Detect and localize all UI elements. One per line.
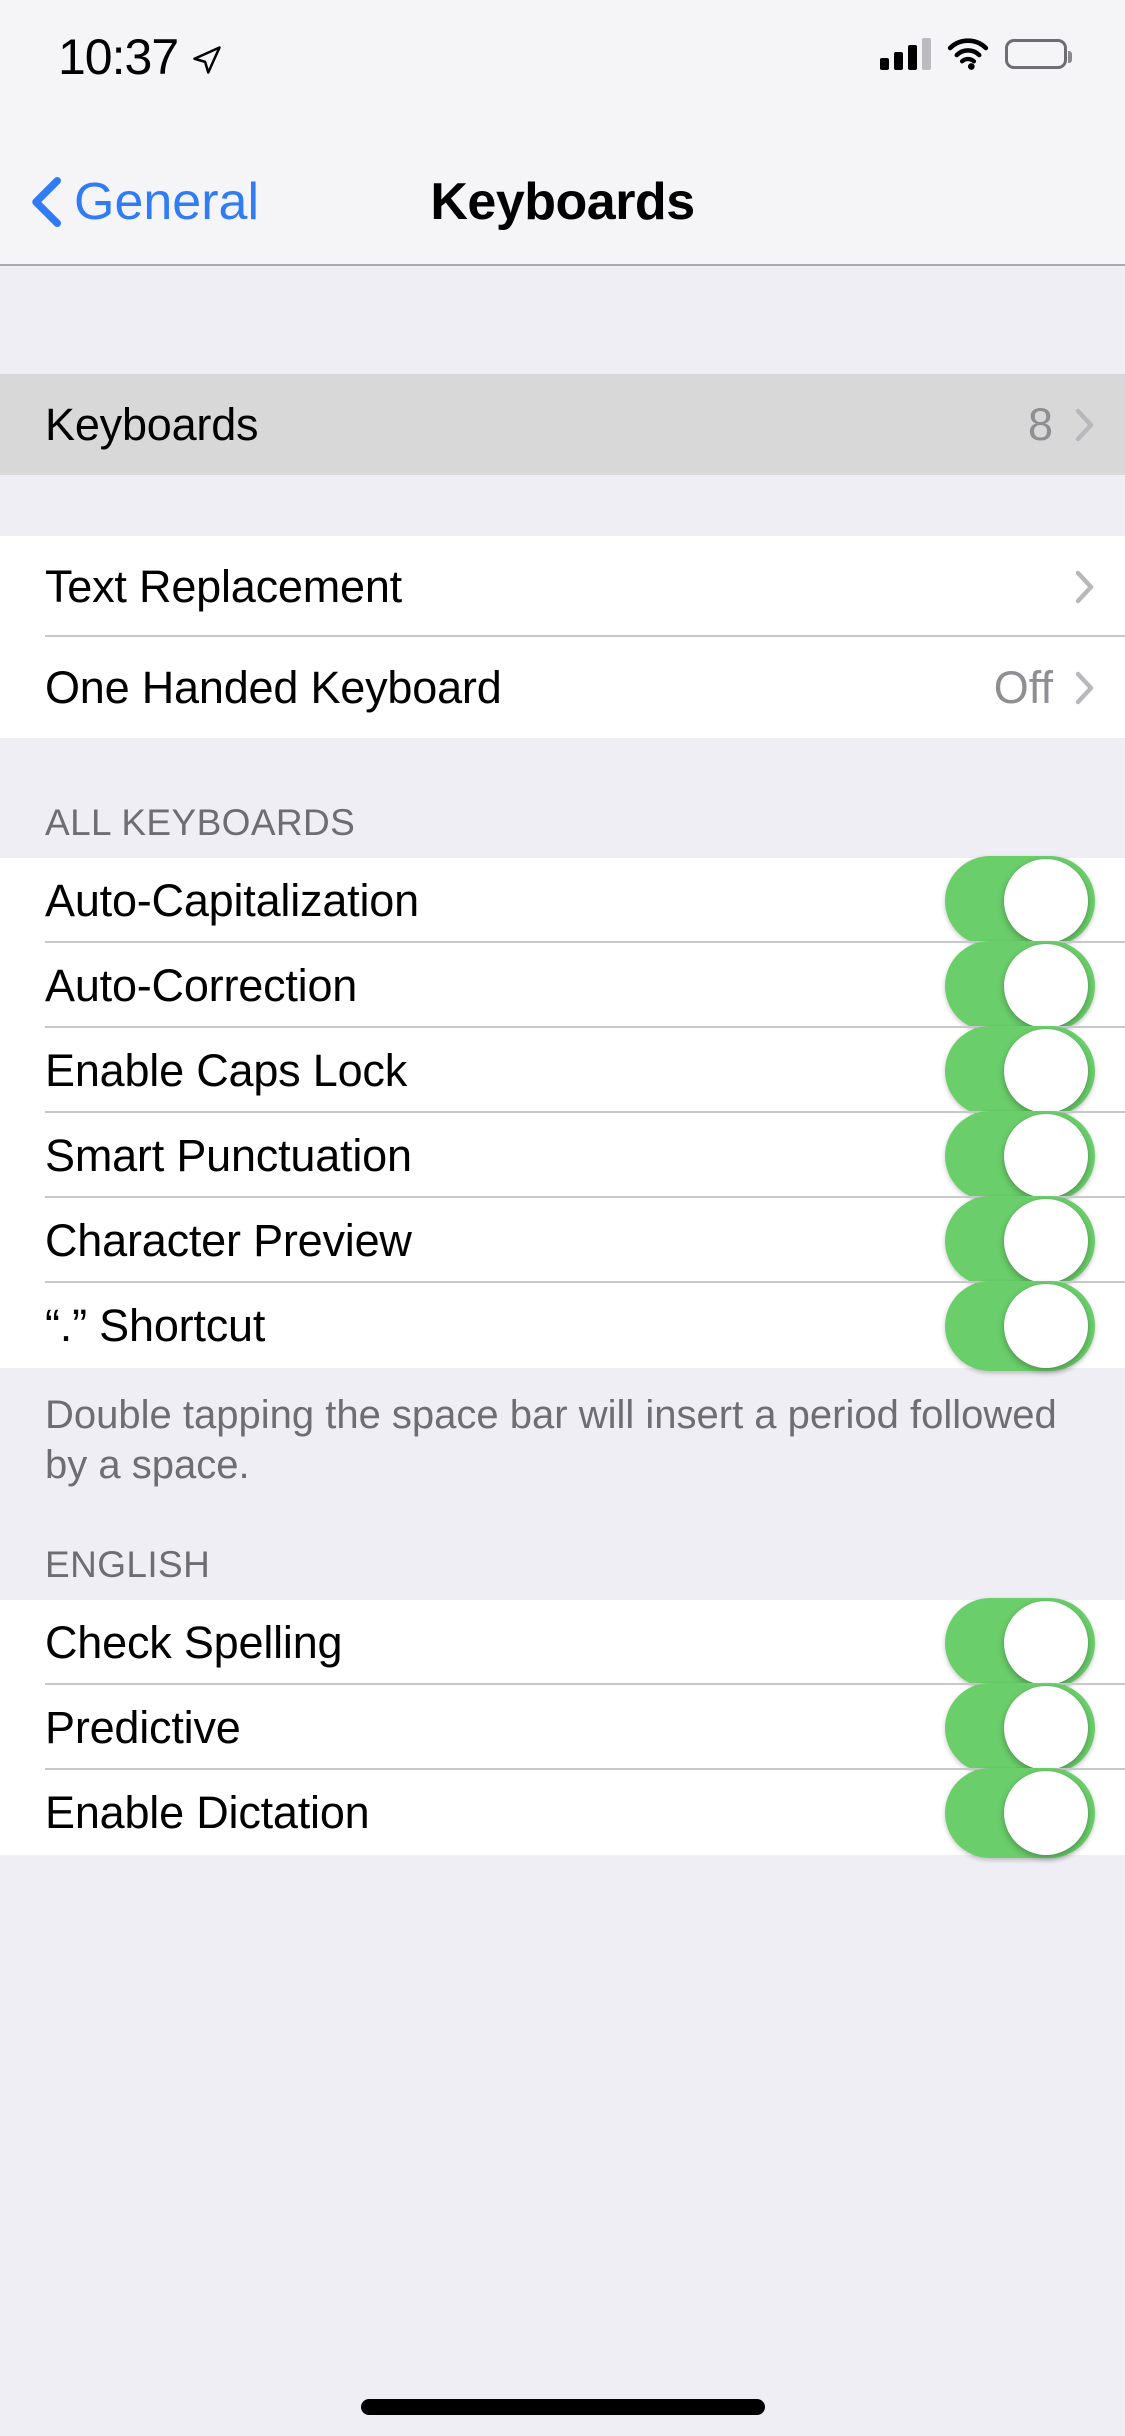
- spacer-top: [0, 266, 1125, 374]
- row-keyboards-value: 8: [1027, 398, 1053, 450]
- page-title: Keyboards: [430, 173, 695, 231]
- row-text-replacement[interactable]: Text Replacement: [0, 536, 1125, 637]
- toggle-check-spelling[interactable]: [945, 1597, 1095, 1688]
- status-bar-clock: 10:37: [58, 29, 179, 85]
- iphone-screen: 10:37 General Keyboards Keyboards 8 Text…: [0, 0, 1125, 2436]
- toggle-period-shortcut[interactable]: [945, 1280, 1095, 1371]
- toggle-knob: [1004, 943, 1088, 1028]
- row-auto-correction[interactable]: Auto-Correction: [0, 940, 1125, 1031]
- row-auto-correction-label: Auto-Correction: [45, 959, 358, 1011]
- toggle-character-preview[interactable]: [945, 1195, 1095, 1286]
- row-keyboards[interactable]: Keyboards 8: [0, 374, 1125, 475]
- chevron-right-icon: [1075, 408, 1094, 441]
- toggle-knob: [1004, 1685, 1088, 1770]
- row-smart-punctuation[interactable]: Smart Punctuation: [0, 1110, 1125, 1201]
- row-predictive[interactable]: Predictive: [0, 1682, 1125, 1773]
- row-check-spelling-label: Check Spelling: [45, 1616, 343, 1668]
- toggle-knob: [1004, 1283, 1088, 1368]
- row-keyboards-label: Keyboards: [45, 398, 259, 450]
- spacer-after-keyboards: [0, 475, 1125, 536]
- section-header-all-keyboards: ALL KEYBOARDS: [0, 738, 1125, 858]
- row-auto-capitalization[interactable]: Auto-Capitalization: [0, 855, 1125, 946]
- section-header-english: ENGLISH: [0, 1490, 1125, 1600]
- toggle-knob: [1004, 858, 1088, 943]
- home-indicator[interactable]: [360, 2399, 765, 2415]
- row-period-shortcut[interactable]: “.” Shortcut: [0, 1280, 1125, 1371]
- row-character-preview[interactable]: Character Preview: [0, 1195, 1125, 1286]
- wifi-icon: [947, 38, 989, 70]
- settings-list: Keyboards 8 Text Replacement One Handed …: [0, 266, 1125, 1858]
- toggle-knob: [1004, 1198, 1088, 1283]
- chevron-right-icon: [1075, 570, 1094, 603]
- row-enable-caps-lock-label: Enable Caps Lock: [45, 1044, 408, 1096]
- row-character-preview-label: Character Preview: [45, 1214, 412, 1266]
- toggle-enable-dictation[interactable]: [945, 1767, 1095, 1858]
- row-enable-dictation-label: Enable Dictation: [45, 1786, 370, 1838]
- toggle-knob: [1004, 1028, 1088, 1113]
- toggle-knob: [1004, 1113, 1088, 1198]
- navigation-bar: General Keyboards: [0, 140, 1125, 266]
- status-bar-left: 10:37: [58, 28, 222, 86]
- row-text-replacement-accessory: [1053, 570, 1095, 604]
- battery-icon: [1005, 39, 1072, 69]
- row-predictive-label: Predictive: [45, 1701, 241, 1753]
- row-smart-punctuation-label: Smart Punctuation: [45, 1129, 412, 1181]
- row-check-spelling[interactable]: Check Spelling: [0, 1597, 1125, 1688]
- section-footer-all-keyboards: Double tapping the space bar will insert…: [0, 1368, 1125, 1490]
- toggle-predictive[interactable]: [945, 1682, 1095, 1773]
- english-group: Check Spelling Predictive Enable Dictati…: [0, 1597, 1125, 1858]
- toggle-auto-capitalization[interactable]: [945, 855, 1095, 946]
- keyboards-group: Keyboards 8: [0, 374, 1125, 475]
- toggle-knob: [1004, 1770, 1088, 1855]
- row-auto-capitalization-label: Auto-Capitalization: [45, 874, 419, 926]
- toggle-auto-correction[interactable]: [945, 940, 1095, 1031]
- row-one-handed-keyboard-accessory: Off: [994, 662, 1095, 714]
- all-keyboards-group: Auto-Capitalization Auto-Correction Enab…: [0, 855, 1125, 1371]
- row-enable-caps-lock[interactable]: Enable Caps Lock: [0, 1025, 1125, 1116]
- row-period-shortcut-label: “.” Shortcut: [45, 1299, 266, 1351]
- location-arrow-icon: [193, 46, 221, 74]
- row-keyboards-accessory: 8: [1028, 399, 1095, 451]
- text-group: Text Replacement One Handed Keyboard Off: [0, 536, 1125, 738]
- row-text-replacement-label: Text Replacement: [45, 560, 402, 612]
- toggle-enable-caps-lock[interactable]: [945, 1025, 1095, 1116]
- row-one-handed-keyboard-label: One Handed Keyboard: [45, 661, 502, 713]
- status-bar: 10:37: [0, 0, 1125, 140]
- chevron-right-icon: [1075, 671, 1094, 704]
- toggle-knob: [1004, 1600, 1088, 1685]
- cellular-signal-icon: [880, 38, 931, 70]
- row-one-handed-keyboard-value: Off: [993, 661, 1053, 713]
- toggle-smart-punctuation[interactable]: [945, 1110, 1095, 1201]
- row-one-handed-keyboard[interactable]: One Handed Keyboard Off: [0, 637, 1125, 738]
- status-bar-right: [880, 38, 1072, 70]
- row-enable-dictation[interactable]: Enable Dictation: [0, 1767, 1125, 1858]
